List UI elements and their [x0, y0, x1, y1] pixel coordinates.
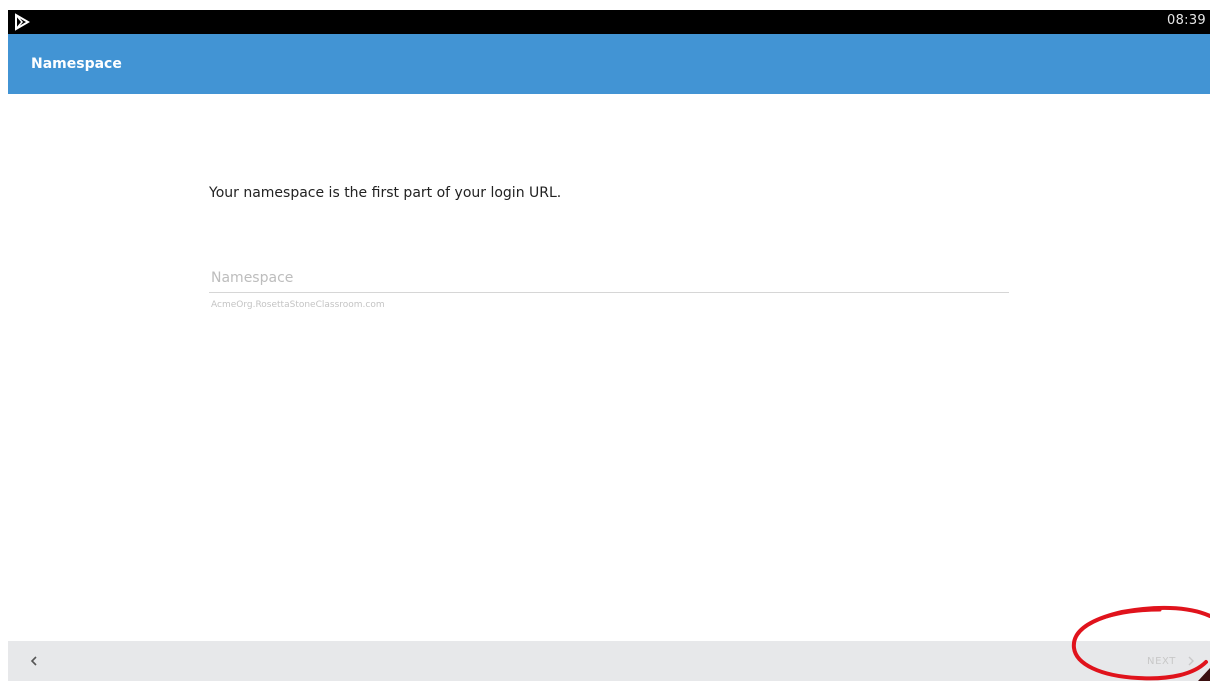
app-bar: Namespace: [8, 34, 1210, 94]
chevron-right-icon: [1188, 656, 1194, 666]
namespace-field: AcmeOrg.RosettaStoneClassroom.com: [209, 270, 1009, 310]
namespace-helper-text: AcmeOrg.RosettaStoneClassroom.com: [211, 300, 385, 310]
bottom-nav-bar: NEXT: [8, 641, 1210, 681]
chevron-left-icon: [30, 656, 37, 666]
next-button-label: NEXT: [1147, 655, 1176, 667]
play-store-icon: [15, 13, 30, 31]
page-title: Namespace: [31, 56, 122, 72]
status-clock: 08:39: [1167, 13, 1206, 28]
status-bar: 08:39: [8, 10, 1210, 34]
next-button[interactable]: NEXT: [1147, 649, 1196, 673]
namespace-input[interactable]: [209, 270, 1009, 293]
instruction-text: Your namespace is the first part of your…: [209, 185, 562, 201]
back-button[interactable]: [22, 649, 46, 673]
